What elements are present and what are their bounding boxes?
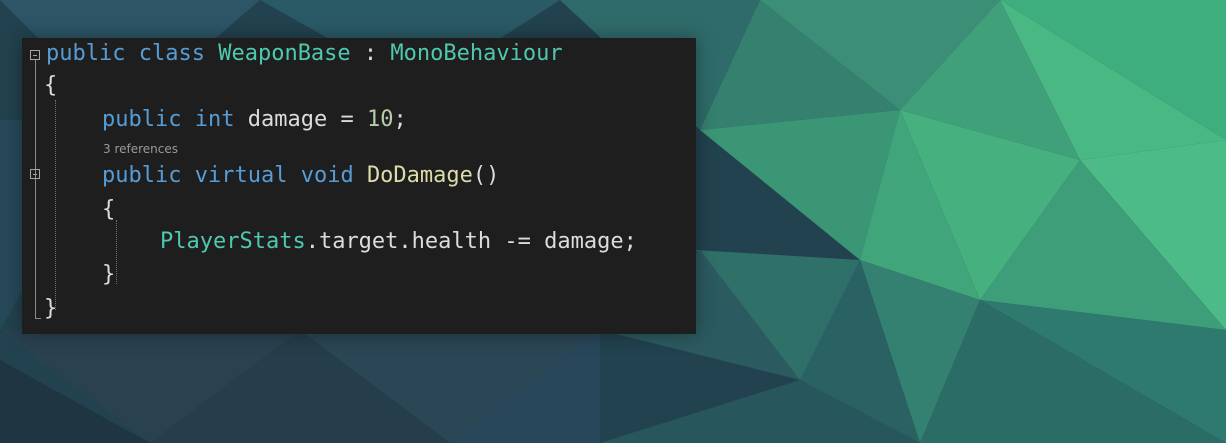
references-codelens[interactable]: 3 references xyxy=(103,142,178,156)
colon: : xyxy=(363,41,378,66)
indent-guide-class xyxy=(55,100,56,310)
code-editor-panel: public class WeaponBase : MonoBehaviour … xyxy=(22,38,696,334)
indent-guide-method xyxy=(116,220,117,284)
code-line-2: { xyxy=(44,71,57,101)
collapse-class-icon[interactable] xyxy=(30,50,40,60)
class-name: WeaponBase xyxy=(218,41,351,66)
code-line-1: public class WeaponBase : MonoBehaviour xyxy=(46,39,563,69)
keyword: public xyxy=(102,163,182,188)
code-line-7: } xyxy=(102,260,115,290)
code-line-3: public int damage = 10; xyxy=(102,105,407,135)
method-name: DoDamage xyxy=(366,163,473,188)
number-literal: 10 xyxy=(366,107,394,132)
field-declaration: damage = xyxy=(247,107,367,132)
keyword: class xyxy=(138,41,205,66)
class-outline-line xyxy=(35,60,36,318)
parentheses: () xyxy=(472,163,500,188)
open-brace: { xyxy=(44,73,58,98)
close-brace: } xyxy=(44,296,58,321)
class-outline-end xyxy=(35,318,41,319)
code-line-8: } xyxy=(44,294,57,324)
code-line-6: PlayerStats.target.health -= damage; xyxy=(160,227,637,257)
keyword: virtual xyxy=(194,163,288,188)
close-brace: } xyxy=(102,262,116,287)
keyword: void xyxy=(300,163,354,188)
base-class-name: MonoBehaviour xyxy=(390,41,563,66)
type-name: PlayerStats xyxy=(160,229,306,254)
open-brace: { xyxy=(102,197,116,222)
statement: .target.health -= damage; xyxy=(305,229,637,254)
keyword: int xyxy=(194,107,235,132)
keyword: public xyxy=(102,107,182,132)
collapse-method-icon[interactable] xyxy=(30,169,40,179)
keyword: public xyxy=(46,41,126,66)
code-line-5: { xyxy=(102,195,115,225)
semicolon: ; xyxy=(393,107,407,132)
code-line-4: public virtual void DoDamage() xyxy=(102,161,499,191)
